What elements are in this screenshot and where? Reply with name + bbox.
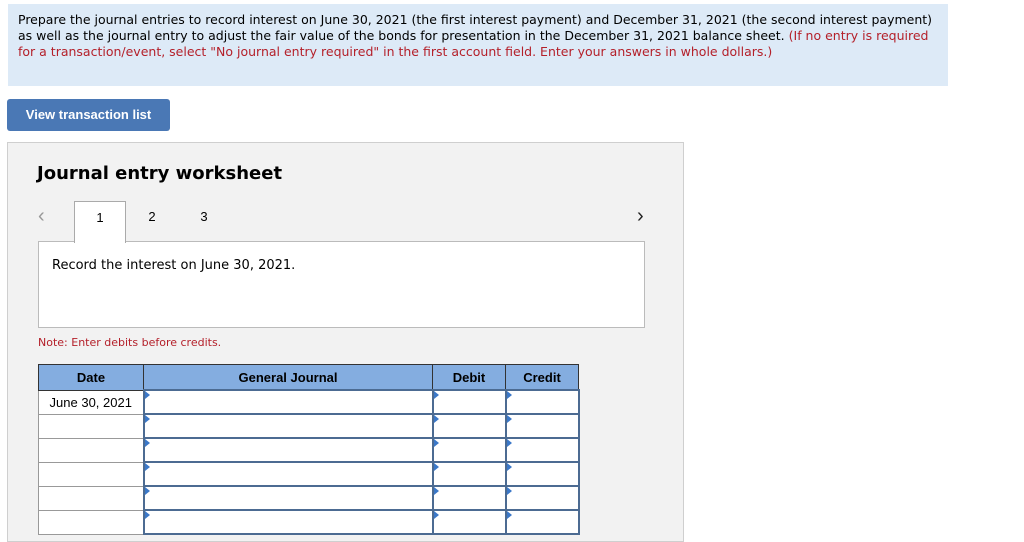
- chevron-right-icon[interactable]: ›: [637, 205, 644, 228]
- debit-input[interactable]: [431, 413, 507, 439]
- credit-input[interactable]: [504, 437, 580, 463]
- date-cell: [38, 509, 144, 535]
- header-general-journal: General Journal: [143, 364, 433, 391]
- date-cell: [38, 437, 144, 463]
- entry-description: Record the interest on June 30, 2021.: [38, 241, 645, 328]
- journal-entry-worksheet: Journal entry worksheet ‹ 1 2 3 › Record…: [7, 142, 684, 542]
- view-transaction-list-button[interactable]: View transaction list: [7, 99, 170, 131]
- journal-table: Date General Journal Debit Credit June 3…: [38, 364, 580, 535]
- worksheet-title: Journal entry worksheet: [37, 163, 283, 184]
- note-text: Note: Enter debits before credits.: [38, 336, 222, 349]
- instructions-box: Prepare the journal entries to record in…: [8, 4, 948, 86]
- account-input[interactable]: [142, 461, 434, 487]
- table-header-row: Date General Journal Debit Credit: [38, 364, 579, 391]
- account-input[interactable]: [142, 389, 434, 415]
- date-cell: [38, 485, 144, 511]
- date-cell: June 30, 2021: [38, 389, 144, 415]
- account-input[interactable]: [142, 413, 434, 439]
- table-row: June 30, 2021: [38, 389, 580, 415]
- tab-2[interactable]: 2: [126, 201, 178, 241]
- tab-1[interactable]: 1: [74, 201, 126, 243]
- credit-input[interactable]: [504, 485, 580, 511]
- table-row: [38, 509, 580, 535]
- chevron-left-icon[interactable]: ‹: [38, 205, 45, 228]
- header-date: Date: [38, 364, 144, 391]
- table-row: [38, 485, 580, 511]
- debit-input[interactable]: [431, 485, 507, 511]
- table-row: [38, 413, 580, 439]
- table-row: [38, 461, 580, 487]
- date-cell: [38, 413, 144, 439]
- entry-description-text: Record the interest on June 30, 2021.: [52, 258, 296, 273]
- debit-input[interactable]: [431, 461, 507, 487]
- account-input[interactable]: [142, 437, 434, 463]
- header-debit: Debit: [432, 364, 506, 391]
- debit-input[interactable]: [431, 509, 507, 535]
- credit-input[interactable]: [504, 389, 580, 415]
- header-credit: Credit: [505, 364, 579, 391]
- date-cell: [38, 461, 144, 487]
- credit-input[interactable]: [504, 509, 580, 535]
- account-input[interactable]: [142, 485, 434, 511]
- debit-input[interactable]: [431, 437, 507, 463]
- credit-input[interactable]: [504, 413, 580, 439]
- table-row: [38, 437, 580, 463]
- tab-3[interactable]: 3: [178, 201, 230, 241]
- credit-input[interactable]: [504, 461, 580, 487]
- debit-input[interactable]: [431, 389, 507, 415]
- account-input[interactable]: [142, 509, 434, 535]
